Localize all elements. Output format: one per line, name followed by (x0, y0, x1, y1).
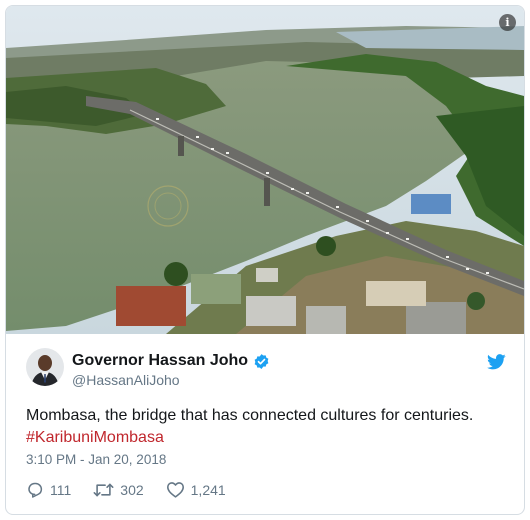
retweet-count: 302 (120, 481, 144, 498)
verified-badge-icon (254, 353, 269, 369)
hashtag-link[interactable]: #KaribuniMombasa (26, 427, 506, 449)
retweet-icon (93, 483, 114, 496)
reply-icon (28, 482, 43, 498)
reply-count: 111 (50, 481, 72, 498)
tweet-card[interactable]: i Governor Hassan Joho @HassanAliJoho Mo… (5, 5, 525, 515)
author-display-name[interactable]: Governor Hassan Joho (72, 352, 248, 370)
tweet-text: Mombasa, the bridge that has connected c… (26, 405, 506, 449)
like-button[interactable]: 1,241 (166, 481, 226, 498)
retweet-button[interactable]: 302 (93, 481, 144, 498)
avatar[interactable] (26, 348, 64, 386)
tweet-author: Governor Hassan Joho @HassanAliJoho (26, 348, 506, 388)
twitter-bird-icon[interactable] (487, 354, 506, 370)
info-icon[interactable]: i (499, 14, 516, 31)
tweet-timestamp[interactable]: 3:10 PM - Jan 20, 2018 (26, 452, 166, 467)
heart-icon (166, 482, 184, 498)
tweet-photo[interactable] (6, 6, 524, 334)
reply-button[interactable]: 111 (26, 481, 71, 498)
tweet-actions: 111 302 1,241 (26, 481, 248, 498)
author-handle[interactable]: @HassanAliJoho (72, 372, 180, 388)
like-count: 1,241 (190, 481, 226, 498)
tweet-body: Mombasa, the bridge that has connected c… (26, 407, 474, 424)
